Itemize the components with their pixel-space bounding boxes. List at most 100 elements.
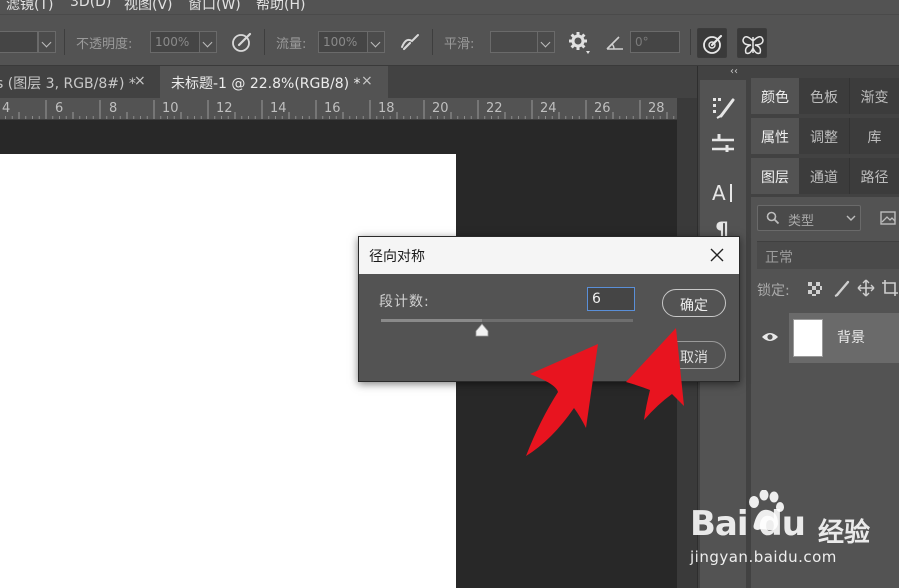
divider (432, 29, 433, 55)
tab-label: 未标题-1 @ 22.8%(RGB/8) * (171, 76, 361, 92)
close-icon[interactable]: × (361, 73, 373, 89)
smoothing-dropdown[interactable] (537, 31, 555, 53)
blend-mode-value: 正常 (765, 250, 793, 266)
document-tab-bar: s (图层 3, RGB/8#) * × 未标题-1 @ 22.8%(RGB/8… (0, 66, 697, 98)
gear-icon[interactable] (566, 29, 592, 55)
tab-document-2[interactable]: 未标题-1 @ 22.8%(RGB/8) * × (160, 66, 388, 98)
tab-gradients[interactable]: 渐变 (849, 78, 899, 114)
brush-mode-field[interactable] (0, 31, 38, 53)
menu-view[interactable]: 视图(V) (124, 0, 173, 14)
opacity-input[interactable]: 100% (150, 31, 200, 53)
tab-swatches[interactable]: 色板 (799, 78, 849, 114)
dialog-title: 径向对称 (369, 249, 425, 265)
tab-layers[interactable]: 图层 (751, 158, 799, 194)
menu-filter[interactable]: 滤镜(T) (6, 0, 53, 14)
radial-symmetry-dialog: 径向对称 段计数: 6 确定 取消 (358, 236, 740, 382)
collapse-icon[interactable]: ‹‹ (730, 66, 738, 77)
pressure-size-icon (703, 34, 723, 54)
flow-label: 流量: (276, 37, 307, 52)
tab-document-1[interactable]: s (图层 3, RGB/8#) * × (0, 66, 158, 98)
lock-pixels-icon[interactable] (833, 279, 851, 297)
smoothing-label: 平滑: (444, 37, 475, 52)
ruler-number: 12 (216, 101, 233, 116)
ruler-number: 4 (2, 101, 11, 116)
layers-panel-tabs: 图层 通道 路径 (751, 158, 899, 194)
layer-filter-dropdown[interactable]: 类型 (757, 205, 861, 231)
ruler-number: 10 (162, 101, 179, 116)
ruler-number: 8 (109, 101, 118, 116)
cancel-button[interactable]: 取消 (662, 341, 726, 369)
layer-name: 背景 (837, 330, 865, 346)
ruler-number: 26 (594, 101, 611, 116)
flow-dropdown[interactable] (367, 31, 385, 53)
watermark-jingyan: 经验 (818, 518, 871, 548)
flow-input[interactable]: 100% (318, 31, 368, 53)
ruler-number: 22 (486, 101, 503, 116)
brush-mode-dropdown[interactable] (38, 31, 56, 53)
divider (690, 29, 691, 55)
segment-slider-thumb[interactable] (475, 323, 489, 337)
lock-label: 锁定: (757, 283, 790, 299)
tab-paths[interactable]: 路径 (849, 158, 899, 194)
tab-channels[interactable]: 通道 (799, 158, 849, 194)
svg-text:A: A (712, 181, 726, 205)
close-icon[interactable]: × (134, 73, 146, 89)
tab-color[interactable]: 颜色 (751, 78, 799, 114)
ruler-number: 6 (55, 101, 64, 116)
angle-icon (606, 36, 623, 50)
properties-panel-tabs: 属性 调整 库 (751, 118, 899, 154)
tab-label: s (图层 3, RGB/8#) * (0, 76, 136, 92)
ruler-number: 20 (432, 101, 449, 116)
lock-artboard-icon[interactable] (881, 279, 899, 297)
divider (264, 29, 265, 55)
horizontal-ruler: 4 6 8 10 12 14 16 18 20 22 24 26 28 (0, 98, 677, 120)
color-panel-tabs: 颜色 色板 渐变 (751, 78, 899, 114)
chevron-down-icon (846, 215, 856, 221)
brush-presets-icon[interactable] (707, 128, 739, 160)
pressure-size-toggle[interactable] (697, 28, 727, 58)
tab-properties[interactable]: 属性 (751, 118, 799, 154)
opacity-dropdown[interactable] (199, 31, 217, 53)
lock-transparency-icon[interactable] (807, 281, 823, 297)
divider (64, 29, 65, 55)
dialog-titlebar[interactable]: 径向对称 (359, 237, 739, 274)
menu-window[interactable]: 窗口(W) (188, 0, 241, 14)
menu-bar: 滤镜(T) 3D(D) 视图(V) 窗口(W) 帮助(H) (0, 0, 899, 14)
filter-type-label: 类型 (788, 214, 815, 229)
angle-input[interactable]: 0° (630, 31, 680, 53)
ruler-number: 28 (648, 101, 665, 116)
search-icon (766, 211, 780, 225)
watermark-brand: Bai du (690, 504, 806, 544)
segment-count-input[interactable]: 6 (587, 287, 635, 311)
character-icon[interactable]: A (707, 176, 739, 208)
menu-help[interactable]: 帮助(H) (256, 0, 305, 14)
blend-mode-dropdown[interactable]: 正常 (757, 241, 899, 269)
layer-row-background[interactable]: 背景 (789, 313, 899, 363)
lock-position-icon[interactable] (857, 279, 875, 297)
ruler-number: 14 (270, 101, 287, 116)
segment-slider-track[interactable] (381, 319, 633, 322)
baidu-watermark: Bai du 经验 jingyan.baidu.com (690, 490, 890, 575)
tab-adjustments[interactable]: 调整 (799, 118, 849, 154)
symmetry-toggle[interactable] (737, 28, 767, 58)
segment-slider-fill (381, 319, 482, 322)
smoothing-input[interactable] (490, 31, 538, 53)
layer-thumbnail (793, 319, 823, 357)
airbrush-icon[interactable] (398, 29, 424, 55)
pressure-opacity-icon[interactable] (229, 29, 255, 55)
close-icon[interactable] (707, 245, 727, 265)
menu-3d[interactable]: 3D(D) (70, 0, 111, 10)
ruler-number: 24 (540, 101, 557, 116)
opacity-label: 不透明度: (76, 37, 133, 52)
segment-count-label: 段计数: (379, 294, 430, 310)
eye-icon[interactable] (761, 330, 779, 344)
image-filter-icon[interactable] (879, 210, 897, 226)
options-bar: 不透明度: 100% 流量: 100% 平滑: 0° (0, 14, 899, 66)
tab-libraries[interactable]: 库 (849, 118, 899, 154)
ruler-number: 16 (324, 101, 341, 116)
ruler-number: 18 (378, 101, 395, 116)
ok-button[interactable]: 确定 (662, 289, 726, 317)
brush-settings-icon[interactable] (707, 92, 739, 124)
butterfly-icon (742, 36, 764, 55)
watermark-url: jingyan.baidu.com (690, 548, 837, 566)
